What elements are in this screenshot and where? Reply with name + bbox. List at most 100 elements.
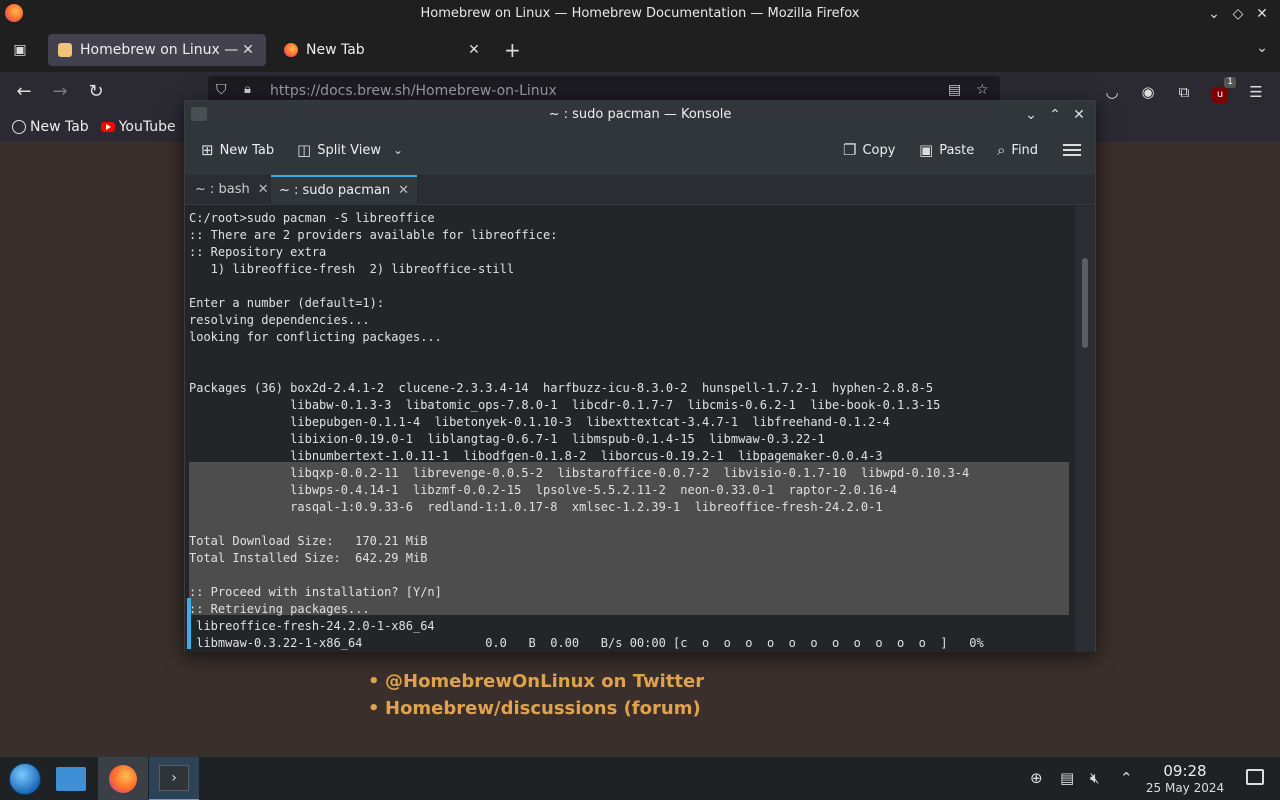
reload-icon[interactable]: ↻ — [84, 80, 108, 104]
clock-date: 25 May 2024 — [1145, 781, 1225, 795]
terminal-line: :: Proceed with installation? [Y/n] — [189, 585, 442, 599]
url-host: https://docs.brew.sh — [270, 83, 411, 99]
terminal-line: Total Installed Size: 642.29 MiB — [189, 551, 428, 565]
tray-expand-chevron-icon[interactable]: ⌃ — [1120, 769, 1133, 787]
paste-button[interactable]: ▣ Paste — [919, 141, 974, 159]
firefox-tabbar: ▣ Homebrew on Linux — H ✕ New Tab ✕ + ⌄ — [0, 28, 1280, 72]
homebrew-favicon-icon — [58, 43, 72, 57]
new-tab-plus-icon[interactable]: + — [504, 40, 521, 60]
pocket-icon[interactable]: ◡ — [1100, 80, 1124, 104]
list-all-tabs-chevron-icon[interactable]: ⌄ — [1256, 40, 1268, 56]
bookmark-new-tab[interactable]: New Tab — [12, 119, 89, 135]
new-tab-label: New Tab — [219, 142, 275, 158]
tab-sudo-pacman[interactable]: ~ : sudo pacman ✕ — [271, 175, 418, 205]
terminal-line: libmwaw-0.3.22-1-x86_64 0.0 B 0.00 B/s 0… — [189, 636, 984, 650]
bookmark-youtube[interactable]: YouTube — [100, 119, 176, 135]
minimize-icon[interactable]: ⌄ — [1019, 101, 1043, 129]
bookmark-star-icon[interactable]: ☆ — [976, 82, 989, 98]
taskbar-file-manager[interactable] — [46, 757, 96, 800]
new-tab-icon: ⊞ — [201, 141, 214, 159]
menu-hamburger-icon[interactable]: ☰ — [1244, 80, 1268, 104]
terminal-line: looking for conflicting packages... — [189, 330, 442, 344]
close-icon[interactable]: ✕ — [1067, 101, 1091, 129]
discussions-link[interactable]: Homebrew/discussions (forum) — [368, 695, 704, 722]
url-text[interactable]: https://docs.brew.sh/Homebrew-on-Linux — [270, 83, 557, 99]
terminal-line: libqxp-0.0.2-11 librevenge-0.0.5-2 libst… — [189, 466, 970, 480]
paste-label: Paste — [939, 142, 975, 158]
terminal-icon: › — [159, 765, 189, 791]
desktop: Homebrew on Linux — Homebrew Documentati… — [0, 0, 1280, 800]
reader-view-icon[interactable]: ▤ — [948, 82, 961, 98]
youtube-icon — [100, 122, 115, 132]
window-title: Homebrew on Linux — Homebrew Documentati… — [420, 6, 860, 21]
lock-icon[interactable]: 🔒︎ — [244, 82, 251, 97]
firefox-titlebar: Homebrew on Linux — Homebrew Documentati… — [0, 0, 1280, 28]
clock[interactable]: 09:28 25 May 2024 — [1140, 763, 1230, 796]
terminal-line: Packages (36) box2d-2.4.1-2 clucene-2.3.… — [189, 381, 934, 395]
konsole-menu-icon[interactable] — [1063, 141, 1081, 159]
bookmark-label: YouTube — [118, 119, 176, 135]
tab-new-tab[interactable]: New Tab ✕ — [274, 34, 492, 66]
konsole-title: ~ : sudo pacman — Konsole — [548, 107, 732, 122]
minimize-icon[interactable]: ⌄ — [1202, 0, 1226, 28]
show-desktop-icon[interactable] — [1246, 769, 1264, 785]
clipboard-icon[interactable]: ▤ — [1060, 769, 1074, 787]
maximize-icon[interactable]: ⌃ — [1043, 101, 1067, 129]
chevron-down-icon[interactable]: ⌄ — [393, 143, 403, 157]
tab-close-icon[interactable]: ✕ — [240, 42, 256, 58]
tab-homebrew[interactable]: Homebrew on Linux — H ✕ — [48, 34, 266, 66]
volume-muted-icon[interactable]: 🔇︎ — [1090, 769, 1099, 787]
firefox-icon — [109, 765, 137, 793]
paste-icon: ▣ — [919, 141, 934, 159]
terminal-line: rasqal-1:0.9.33-6 redland-1:1.0.17-8 xml… — [189, 500, 883, 514]
tab-list-icon[interactable]: ▣ — [8, 38, 32, 62]
network-icon[interactable]: ⊕ — [1030, 769, 1043, 787]
clock-time: 09:28 — [1163, 762, 1207, 780]
terminal-line: Total Download Size: 170.21 MiB — [189, 534, 428, 548]
account-icon[interactable]: ◉ — [1136, 80, 1160, 104]
forward-arrow-icon[interactable]: → — [48, 80, 72, 104]
terminal-line: libwps-0.4.14-1 libzmf-0.0.2-15 lpsolve-… — [189, 483, 898, 497]
terminal-view[interactable]: C:/root>sudo pacman -S libreoffice :: Th… — [185, 206, 1075, 652]
konsole-window-controls: ⌄ ⌃ ✕ — [1019, 101, 1091, 129]
terminal-line: :: Retrieving packages... — [189, 602, 370, 616]
terminal-line: :: Repository extra — [189, 245, 327, 259]
back-arrow-icon[interactable]: ← — [12, 80, 36, 104]
find-button[interactable]: ⌕ Find — [997, 141, 1038, 159]
extensions-puzzle-icon[interactable]: ⧉ — [1172, 80, 1196, 104]
folder-icon — [56, 767, 86, 791]
taskbar: › ⊕ ▤ 🔇︎ ⌃ 09:28 25 May 2024 — [0, 756, 1280, 800]
shield-icon[interactable]: ⛉ — [216, 82, 227, 98]
split-view-label: Split View — [317, 142, 381, 158]
split-view-button[interactable]: ◫ Split View ⌄ — [297, 141, 403, 159]
close-icon[interactable]: ✕ — [1250, 0, 1274, 28]
konsole-titlebar: ~ : sudo pacman — Konsole ⌄ ⌃ ✕ — [185, 101, 1095, 129]
tab-close-icon[interactable]: ✕ — [466, 42, 482, 58]
scrollbar-thumb[interactable] — [1082, 258, 1088, 348]
terminal-line: 1) libreoffice-fresh 2) libreoffice-stil… — [189, 262, 515, 276]
copy-button[interactable]: ❐ Copy — [843, 141, 895, 159]
terminal-line: libepubgen-0.1.1-4 libetonyek-0.1.10-3 l… — [189, 415, 890, 429]
firefox-favicon-icon — [284, 43, 298, 57]
tab-close-icon[interactable]: ✕ — [398, 177, 409, 205]
taskbar-konsole[interactable]: › — [149, 757, 199, 800]
twitter-link[interactable]: @HomebrewOnLinux on Twitter — [368, 668, 704, 695]
konsole-tabs: ~ : bash ✕ ~ : sudo pacman ✕ — [185, 175, 1095, 205]
new-tab-button[interactable]: ⊞ New Tab — [201, 141, 274, 159]
tab-close-icon[interactable]: ✕ — [258, 175, 269, 205]
tab-label: ~ : sudo pacman — [279, 183, 391, 198]
tab-bash[interactable]: ~ : bash ✕ — [187, 175, 277, 205]
maximize-icon[interactable]: ◇ — [1226, 0, 1250, 28]
taskbar-firefox[interactable] — [98, 757, 148, 800]
tab-label: Homebrew on Linux — H — [80, 42, 240, 58]
copy-icon: ❐ — [843, 141, 857, 159]
konsole-window: ~ : sudo pacman — Konsole ⌄ ⌃ ✕ ⊞ New Ta… — [184, 100, 1096, 652]
terminal-scrollbar[interactable] — [1075, 206, 1095, 652]
start-menu-icon — [9, 763, 41, 795]
terminal-output[interactable]: C:/root>sudo pacman -S libreoffice :: Th… — [189, 210, 984, 652]
application-launcher[interactable] — [0, 757, 50, 800]
ublock-origin-icon[interactable]: u 1 — [1208, 77, 1236, 104]
copy-label: Copy — [862, 142, 896, 158]
terminal-line: resolving dependencies... — [189, 313, 370, 327]
terminal-line: C:/root>sudo pacman -S libreoffice — [189, 211, 435, 225]
